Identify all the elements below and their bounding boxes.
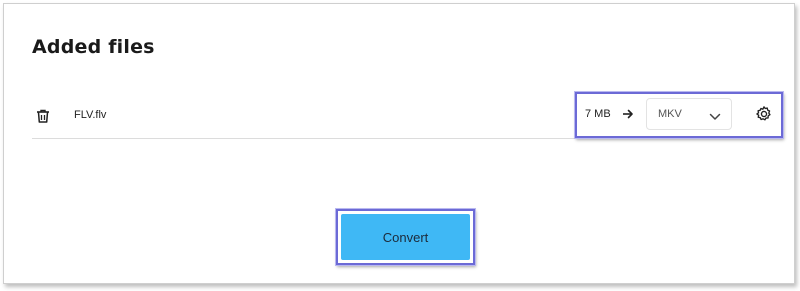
convert-button-highlight: Convert: [336, 209, 475, 265]
arrow-right-icon: [621, 107, 635, 121]
trash-icon[interactable]: [35, 108, 51, 124]
chevron-down-icon: [709, 109, 721, 120]
file-row: FLV.flv 7 MB MKV: [32, 92, 783, 139]
convert-button[interactable]: Convert: [341, 214, 470, 260]
conversion-controls: 7 MB MKV: [575, 92, 783, 138]
gear-icon[interactable]: [755, 105, 773, 123]
format-select-value: MKV: [658, 108, 682, 120]
added-files-panel: Added files FLV.flv 7 MB MKV Convert: [3, 3, 795, 284]
format-select[interactable]: MKV: [646, 98, 732, 130]
file-size: 7 MB: [585, 108, 611, 120]
page-title: Added files: [32, 36, 155, 58]
file-name: FLV.flv: [74, 109, 107, 121]
